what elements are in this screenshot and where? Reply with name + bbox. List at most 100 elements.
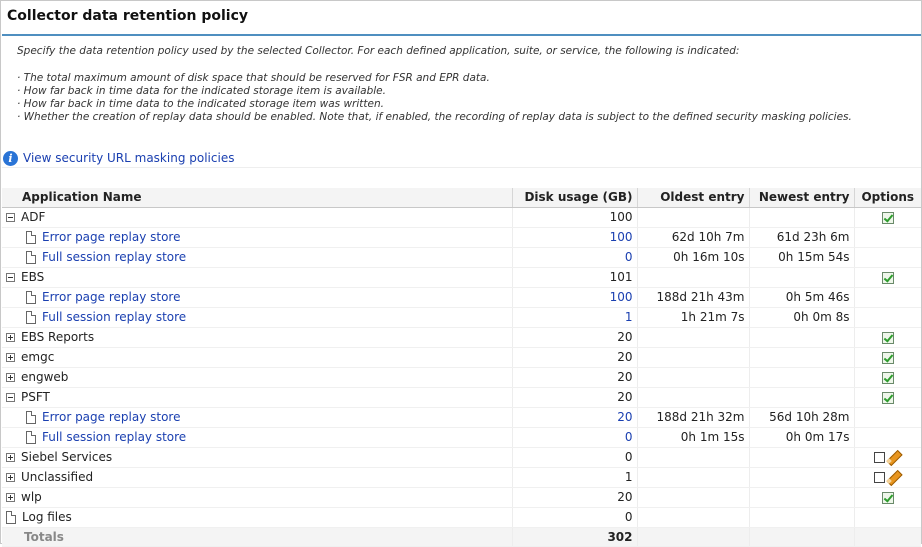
- expand-icon[interactable]: [6, 353, 15, 362]
- collapse-icon[interactable]: [6, 393, 15, 402]
- oldest-entry: [636, 387, 749, 408]
- storage-link[interactable]: Error page replay store: [42, 230, 180, 244]
- disk-usage-link[interactable]: 20: [511, 407, 637, 428]
- page-icon: [26, 311, 36, 324]
- table-row-psft: PSFT 20: [2, 387, 921, 408]
- description-text: Specify the data retention policy used b…: [17, 45, 740, 57]
- replay-enabled-checkbox[interactable]: [881, 331, 894, 344]
- totals-disk-usage: 302: [511, 526, 637, 547]
- newest-entry: 0h 0m 8s: [748, 307, 854, 328]
- table-row-unclassified: Unclassified 1: [2, 467, 921, 488]
- expand-icon[interactable]: [6, 373, 15, 382]
- divider: [2, 167, 921, 168]
- oldest-entry: 62d 10h 7m: [636, 227, 749, 248]
- expand-icon[interactable]: [6, 453, 15, 462]
- newest-entry: [748, 467, 854, 488]
- expand-icon[interactable]: [6, 333, 15, 342]
- oldest-entry: [636, 207, 749, 228]
- col-application-name[interactable]: Application Name: [2, 188, 512, 208]
- app-name: Log files: [22, 510, 72, 524]
- replay-disabled-checkbox[interactable]: [873, 451, 885, 463]
- newest-entry: 0h 15m 54s: [748, 247, 854, 268]
- newest-entry: [748, 367, 854, 388]
- newest-entry: 0h 5m 46s: [748, 287, 854, 308]
- storage-link[interactable]: Error page replay store: [42, 290, 180, 304]
- disk-usage: 0: [511, 447, 637, 468]
- table-row-ebs: EBS 101: [2, 267, 921, 288]
- page-icon: [26, 231, 36, 244]
- newest-entry: [748, 487, 854, 508]
- oldest-entry: 0h 16m 10s: [636, 247, 749, 268]
- security-masking-link[interactable]: View security URL masking policies: [23, 151, 234, 165]
- oldest-entry: [636, 467, 749, 488]
- app-name: Siebel Services: [21, 450, 113, 464]
- table-row-siebel-services: Siebel Services 0: [2, 447, 921, 468]
- replay-enabled-checkbox[interactable]: [881, 211, 894, 224]
- storage-link[interactable]: Full session replay store: [42, 310, 186, 324]
- newest-entry: [748, 327, 854, 348]
- storage-link[interactable]: Full session replay store: [42, 250, 186, 264]
- table-row: Error page replay store 20 188d 21h 32m …: [2, 407, 921, 428]
- options-cell: [853, 307, 921, 328]
- disk-usage-link[interactable]: 1: [511, 307, 637, 328]
- replay-enabled-checkbox[interactable]: [881, 271, 894, 284]
- table-row: Full session replay store 0 0h 16m 10s 0…: [2, 247, 921, 268]
- newest-entry: [748, 507, 854, 528]
- col-disk-usage[interactable]: Disk usage (GB): [511, 188, 637, 208]
- options-cell: [853, 247, 921, 268]
- retention-table: Application Name Disk usage (GB) Oldest …: [2, 188, 921, 547]
- oldest-entry: 188d 21h 32m: [636, 407, 749, 428]
- table-row: Error page replay store 100 62d 10h 7m 6…: [2, 227, 921, 248]
- collapse-icon[interactable]: [6, 273, 15, 282]
- table-row-wlp: wlp 20: [2, 487, 921, 508]
- disk-usage: 20: [511, 387, 637, 408]
- newest-entry: [748, 347, 854, 368]
- table-header: Application Name Disk usage (GB) Oldest …: [2, 188, 921, 208]
- page-icon: [26, 431, 36, 444]
- bullet-list: · The total maximum amount of disk space…: [17, 72, 922, 124]
- expand-icon[interactable]: [6, 473, 15, 482]
- newest-entry: 56d 10h 28m: [748, 407, 854, 428]
- collapse-icon[interactable]: [6, 213, 15, 222]
- table-row-engweb: engweb 20: [2, 367, 921, 388]
- col-newest-entry[interactable]: Newest entry: [748, 188, 854, 208]
- newest-entry: [748, 387, 854, 408]
- expand-icon[interactable]: [6, 493, 15, 502]
- disk-usage-link[interactable]: 100: [511, 227, 637, 248]
- oldest-entry: [636, 347, 749, 368]
- oldest-entry: [636, 447, 749, 468]
- disk-usage-link[interactable]: 0: [511, 427, 637, 448]
- options-cell: [853, 407, 921, 428]
- replay-enabled-checkbox[interactable]: [881, 371, 894, 384]
- disk-usage: 20: [511, 327, 637, 348]
- storage-link[interactable]: Error page replay store: [42, 410, 180, 424]
- replay-enabled-checkbox[interactable]: [881, 391, 894, 404]
- disk-usage: 1: [511, 467, 637, 488]
- app-name: engweb: [21, 370, 69, 384]
- oldest-entry: [636, 267, 749, 288]
- table-row-log-files: Log files 0: [2, 507, 921, 528]
- col-oldest-entry[interactable]: Oldest entry: [636, 188, 749, 208]
- replay-enabled-checkbox[interactable]: [881, 351, 894, 364]
- options-cell: [853, 427, 921, 448]
- oldest-entry: 1h 21m 7s: [636, 307, 749, 328]
- bullet-item: · How far back in time data to the indic…: [17, 98, 384, 110]
- oldest-entry: 188d 21h 43m: [636, 287, 749, 308]
- table-row-ebs-reports: EBS Reports 20: [2, 327, 921, 348]
- table-row: Full session replay store 1 1h 21m 7s 0h…: [2, 307, 921, 328]
- disk-usage: 20: [511, 367, 637, 388]
- bullet-item: · The total maximum amount of disk space…: [17, 72, 490, 84]
- replay-disabled-checkbox[interactable]: [873, 471, 885, 483]
- bullet-item: · How far back in time data for the indi…: [17, 85, 386, 97]
- info-icon: i: [3, 150, 18, 166]
- disk-usage-link[interactable]: 0: [511, 247, 637, 268]
- storage-link[interactable]: Full session replay store: [42, 430, 186, 444]
- options-cell: [853, 507, 921, 528]
- page-icon: [26, 251, 36, 264]
- disk-usage-link[interactable]: 100: [511, 287, 637, 308]
- page-icon: [6, 511, 16, 524]
- replay-enabled-checkbox[interactable]: [881, 491, 894, 504]
- edit-pencil-icon[interactable]: [886, 470, 902, 484]
- oldest-entry: [636, 367, 749, 388]
- edit-pencil-icon[interactable]: [886, 450, 902, 464]
